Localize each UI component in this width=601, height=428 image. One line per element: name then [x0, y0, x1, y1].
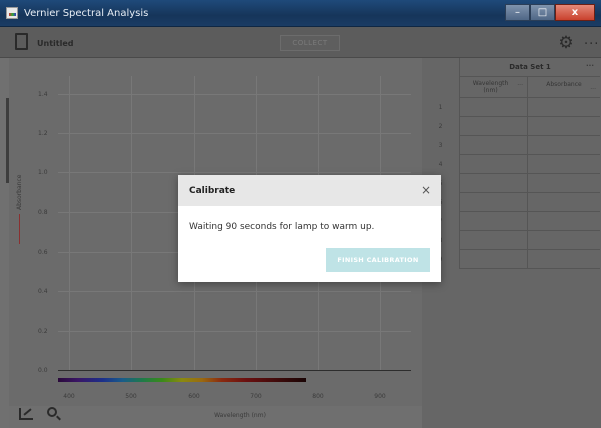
y-axis-label[interactable]: Absorbance: [16, 175, 23, 210]
gridline: [58, 291, 411, 292]
document-title[interactable]: Untitled: [37, 39, 73, 48]
gridline: [58, 94, 411, 95]
zoom-icon[interactable]: [47, 407, 57, 417]
app-icon: [6, 7, 18, 19]
calibrate-dialog: Calibrate × Waiting 90 seconds for lamp …: [178, 175, 441, 282]
x-tick-label: 900: [374, 393, 386, 400]
column-label: Absorbance: [546, 81, 582, 88]
table-row: 5: [422, 174, 601, 193]
app-toolbar: Untitled COLLECT ⚙ ···: [0, 27, 601, 58]
window-title-bar: Vernier Spectral Analysis – □ x: [0, 0, 601, 27]
table-cell[interactable]: [527, 155, 600, 174]
y-tick-label: 0.2: [38, 328, 48, 335]
gridline: [58, 331, 411, 332]
dialog-header: Calibrate ×: [178, 175, 441, 206]
table-cell[interactable]: [527, 212, 600, 231]
table-cell[interactable]: [527, 193, 600, 212]
column-more-icon[interactable]: ···: [517, 82, 523, 89]
dataset-title: Data Set 1: [509, 63, 551, 71]
y-axis-swatch: [19, 214, 20, 244]
window-title: Vernier Spectral Analysis: [24, 8, 149, 19]
x-axis-line: [58, 370, 411, 371]
row-number: 1: [438, 104, 443, 111]
gridline: [131, 76, 132, 371]
spectrum-bar: [58, 378, 306, 382]
table-row: 7: [422, 212, 601, 231]
table-cell[interactable]: [459, 250, 527, 269]
table-row: 1: [422, 98, 601, 117]
column-header-wavelength[interactable]: Wavelength (nm) ···: [459, 77, 527, 98]
table-row: 9: [422, 250, 601, 269]
table-row: 6: [422, 193, 601, 212]
table-cell[interactable]: [459, 155, 527, 174]
y-tick-label: 0.6: [38, 249, 48, 256]
table-cell[interactable]: [459, 117, 527, 136]
table-cell[interactable]: [459, 98, 527, 117]
dialog-message: Waiting 90 seconds for lamp to warm up.: [189, 222, 375, 232]
y-tick-label: 1.4: [38, 91, 48, 98]
dialog-title: Calibrate: [189, 186, 236, 196]
table-cell[interactable]: [459, 231, 527, 250]
window-controls: – □ x: [505, 4, 595, 21]
row-number: 4: [438, 161, 443, 168]
file-icon[interactable]: [15, 33, 28, 50]
column-more-icon[interactable]: ···: [590, 82, 596, 97]
x-tick-label: 600: [188, 393, 200, 400]
close-window-button[interactable]: x: [555, 4, 595, 21]
table-row: 4: [422, 155, 601, 174]
table-cell[interactable]: [459, 212, 527, 231]
y-tick-label: 0.4: [38, 288, 48, 295]
x-tick-label: 800: [312, 393, 324, 400]
gridline: [58, 133, 411, 134]
left-edge-panel: [0, 58, 9, 428]
dataset-header[interactable]: Data Set 1 ···: [459, 58, 600, 77]
data-table: Data Set 1 ··· Wavelength (nm) ··· Absor…: [422, 58, 601, 428]
dataset-more-icon[interactable]: ···: [586, 58, 594, 75]
gridline: [58, 172, 411, 173]
collect-button[interactable]: COLLECT: [280, 35, 340, 51]
y-tick-label: 0.0: [38, 367, 48, 374]
table-row: 8: [422, 231, 601, 250]
table-row: 3: [422, 136, 601, 155]
table-cell[interactable]: [527, 98, 600, 117]
table-cell[interactable]: [527, 174, 600, 193]
more-options-icon[interactable]: ···: [584, 37, 599, 52]
column-header-absorbance[interactable]: Absorbance ···: [527, 77, 600, 98]
minimize-button[interactable]: –: [505, 4, 530, 21]
maximize-button[interactable]: □: [530, 4, 555, 21]
table-cell[interactable]: [527, 136, 600, 155]
table-cell[interactable]: [527, 250, 600, 269]
table-cell[interactable]: [459, 193, 527, 212]
finish-calibration-button[interactable]: FINISH CALIBRATION: [326, 248, 430, 272]
x-axis-label[interactable]: Wavelength (nm): [200, 412, 280, 419]
table-cell[interactable]: [459, 136, 527, 155]
table-cell[interactable]: [459, 174, 527, 193]
table-row: 2: [422, 117, 601, 136]
row-number: 2: [438, 123, 443, 130]
x-tick-label: 700: [250, 393, 262, 400]
y-tick-label: 0.8: [38, 209, 48, 216]
table-cell[interactable]: [527, 117, 600, 136]
graph-options-icon[interactable]: [19, 408, 33, 420]
table-cell[interactable]: [527, 231, 600, 250]
x-tick-label: 500: [125, 393, 137, 400]
close-icon[interactable]: ×: [419, 183, 433, 197]
x-tick-label: 400: [63, 393, 75, 400]
y-tick-label: 1.2: [38, 130, 48, 137]
gridline: [69, 76, 70, 371]
row-number: 3: [438, 142, 443, 149]
y-tick-label: 1.0: [38, 169, 48, 176]
gear-icon[interactable]: ⚙: [558, 35, 574, 52]
